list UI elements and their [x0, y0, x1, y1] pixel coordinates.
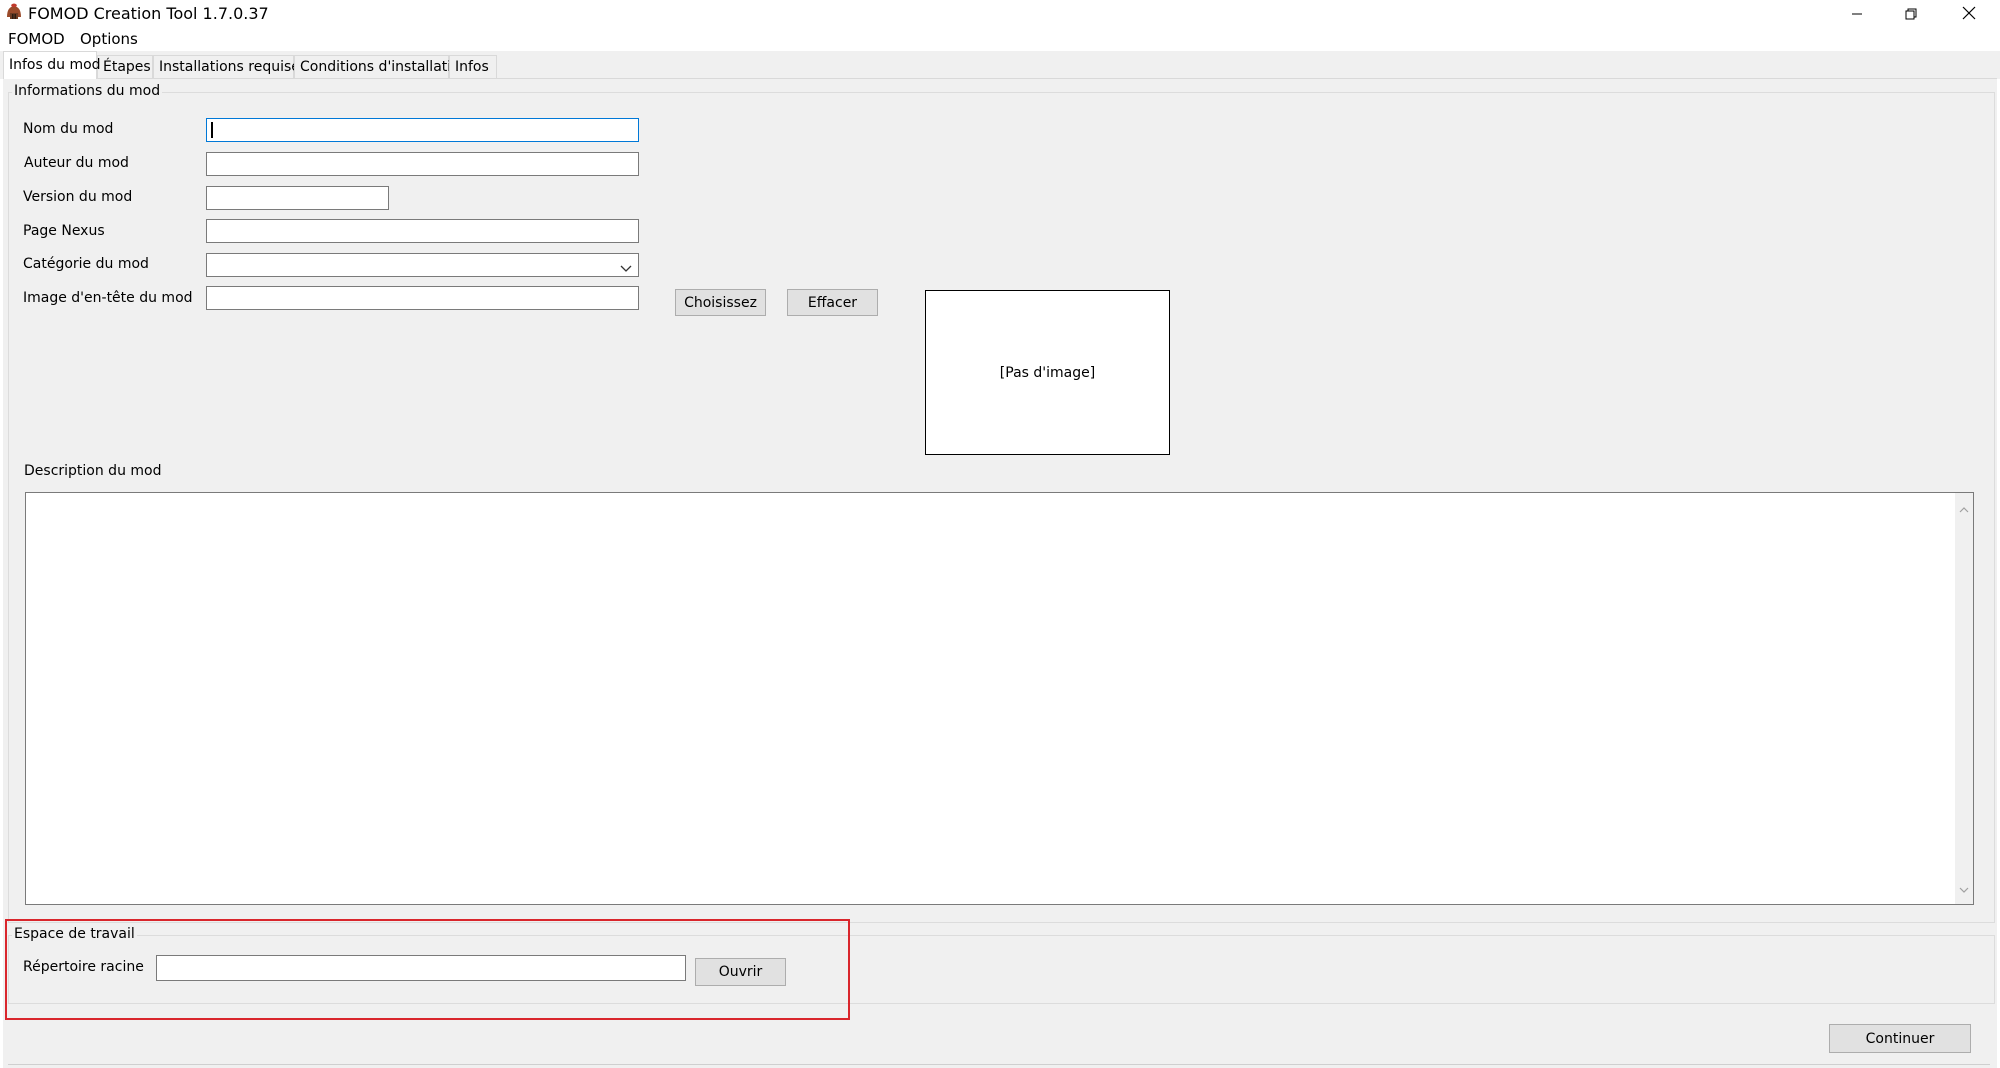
mod-name-input[interactable]: [206, 118, 639, 142]
tab-required-installations[interactable]: Installations requises: [153, 55, 307, 78]
mod-name-label: Nom du mod: [23, 121, 114, 137]
tab-steps[interactable]: Étapes: [97, 55, 153, 78]
scroll-up-icon[interactable]: [1959, 499, 1969, 518]
text-caret: [211, 122, 213, 138]
header-image-label: Image d'en-tête du mod: [23, 290, 193, 306]
clear-button[interactable]: Effacer: [787, 289, 878, 316]
no-image-text: [Pas d'image]: [999, 364, 1096, 381]
minimize-button[interactable]: [1826, 0, 1888, 28]
menu-bar: [0, 29, 2000, 51]
restore-icon: [1905, 5, 1917, 24]
close-button[interactable]: [1938, 0, 2000, 28]
choose-button[interactable]: Choisissez: [675, 289, 766, 316]
mod-version-input[interactable]: [206, 186, 389, 210]
mod-description-textarea[interactable]: [25, 492, 1974, 905]
tab-mod-info[interactable]: Infos du mod: [3, 51, 101, 79]
mod-author-input[interactable]: [206, 152, 639, 176]
mod-author-label: Auteur du mod: [24, 155, 129, 171]
window-title: FOMOD Creation Tool 1.7.0.37: [28, 4, 269, 23]
chevron-down-icon: [620, 259, 632, 278]
mod-category-select[interactable]: [206, 253, 639, 277]
mod-info-legend: Informations du mod: [12, 83, 163, 99]
scroll-down-icon[interactable]: [1959, 879, 1969, 898]
description-scrollbar[interactable]: [1955, 493, 1973, 904]
bottom-divider: [8, 1064, 1990, 1065]
mod-version-label: Version du mod: [23, 189, 133, 205]
tab-infos[interactable]: Infos: [449, 55, 497, 78]
mod-category-label: Catégorie du mod: [23, 256, 149, 272]
header-image-input[interactable]: [206, 286, 639, 310]
header-image-preview: [Pas d'image]: [925, 290, 1170, 455]
restore-button[interactable]: [1880, 0, 1942, 28]
title-bar: [0, 0, 2000, 28]
menu-options[interactable]: Options: [80, 30, 138, 48]
nexus-page-input[interactable]: [206, 219, 639, 243]
minimize-icon: [1851, 5, 1863, 24]
mod-description-label: Description du mod: [24, 463, 162, 479]
menu-fomod[interactable]: FOMOD: [8, 30, 65, 48]
continue-button[interactable]: Continuer: [1829, 1024, 1971, 1053]
nexus-page-label: Page Nexus: [23, 223, 105, 239]
helmet-app-icon: [4, 3, 24, 23]
workspace-highlight-box: [5, 919, 850, 1020]
tab-install-conditions[interactable]: Conditions d'installation: [294, 55, 469, 78]
close-icon: [1962, 5, 1976, 24]
